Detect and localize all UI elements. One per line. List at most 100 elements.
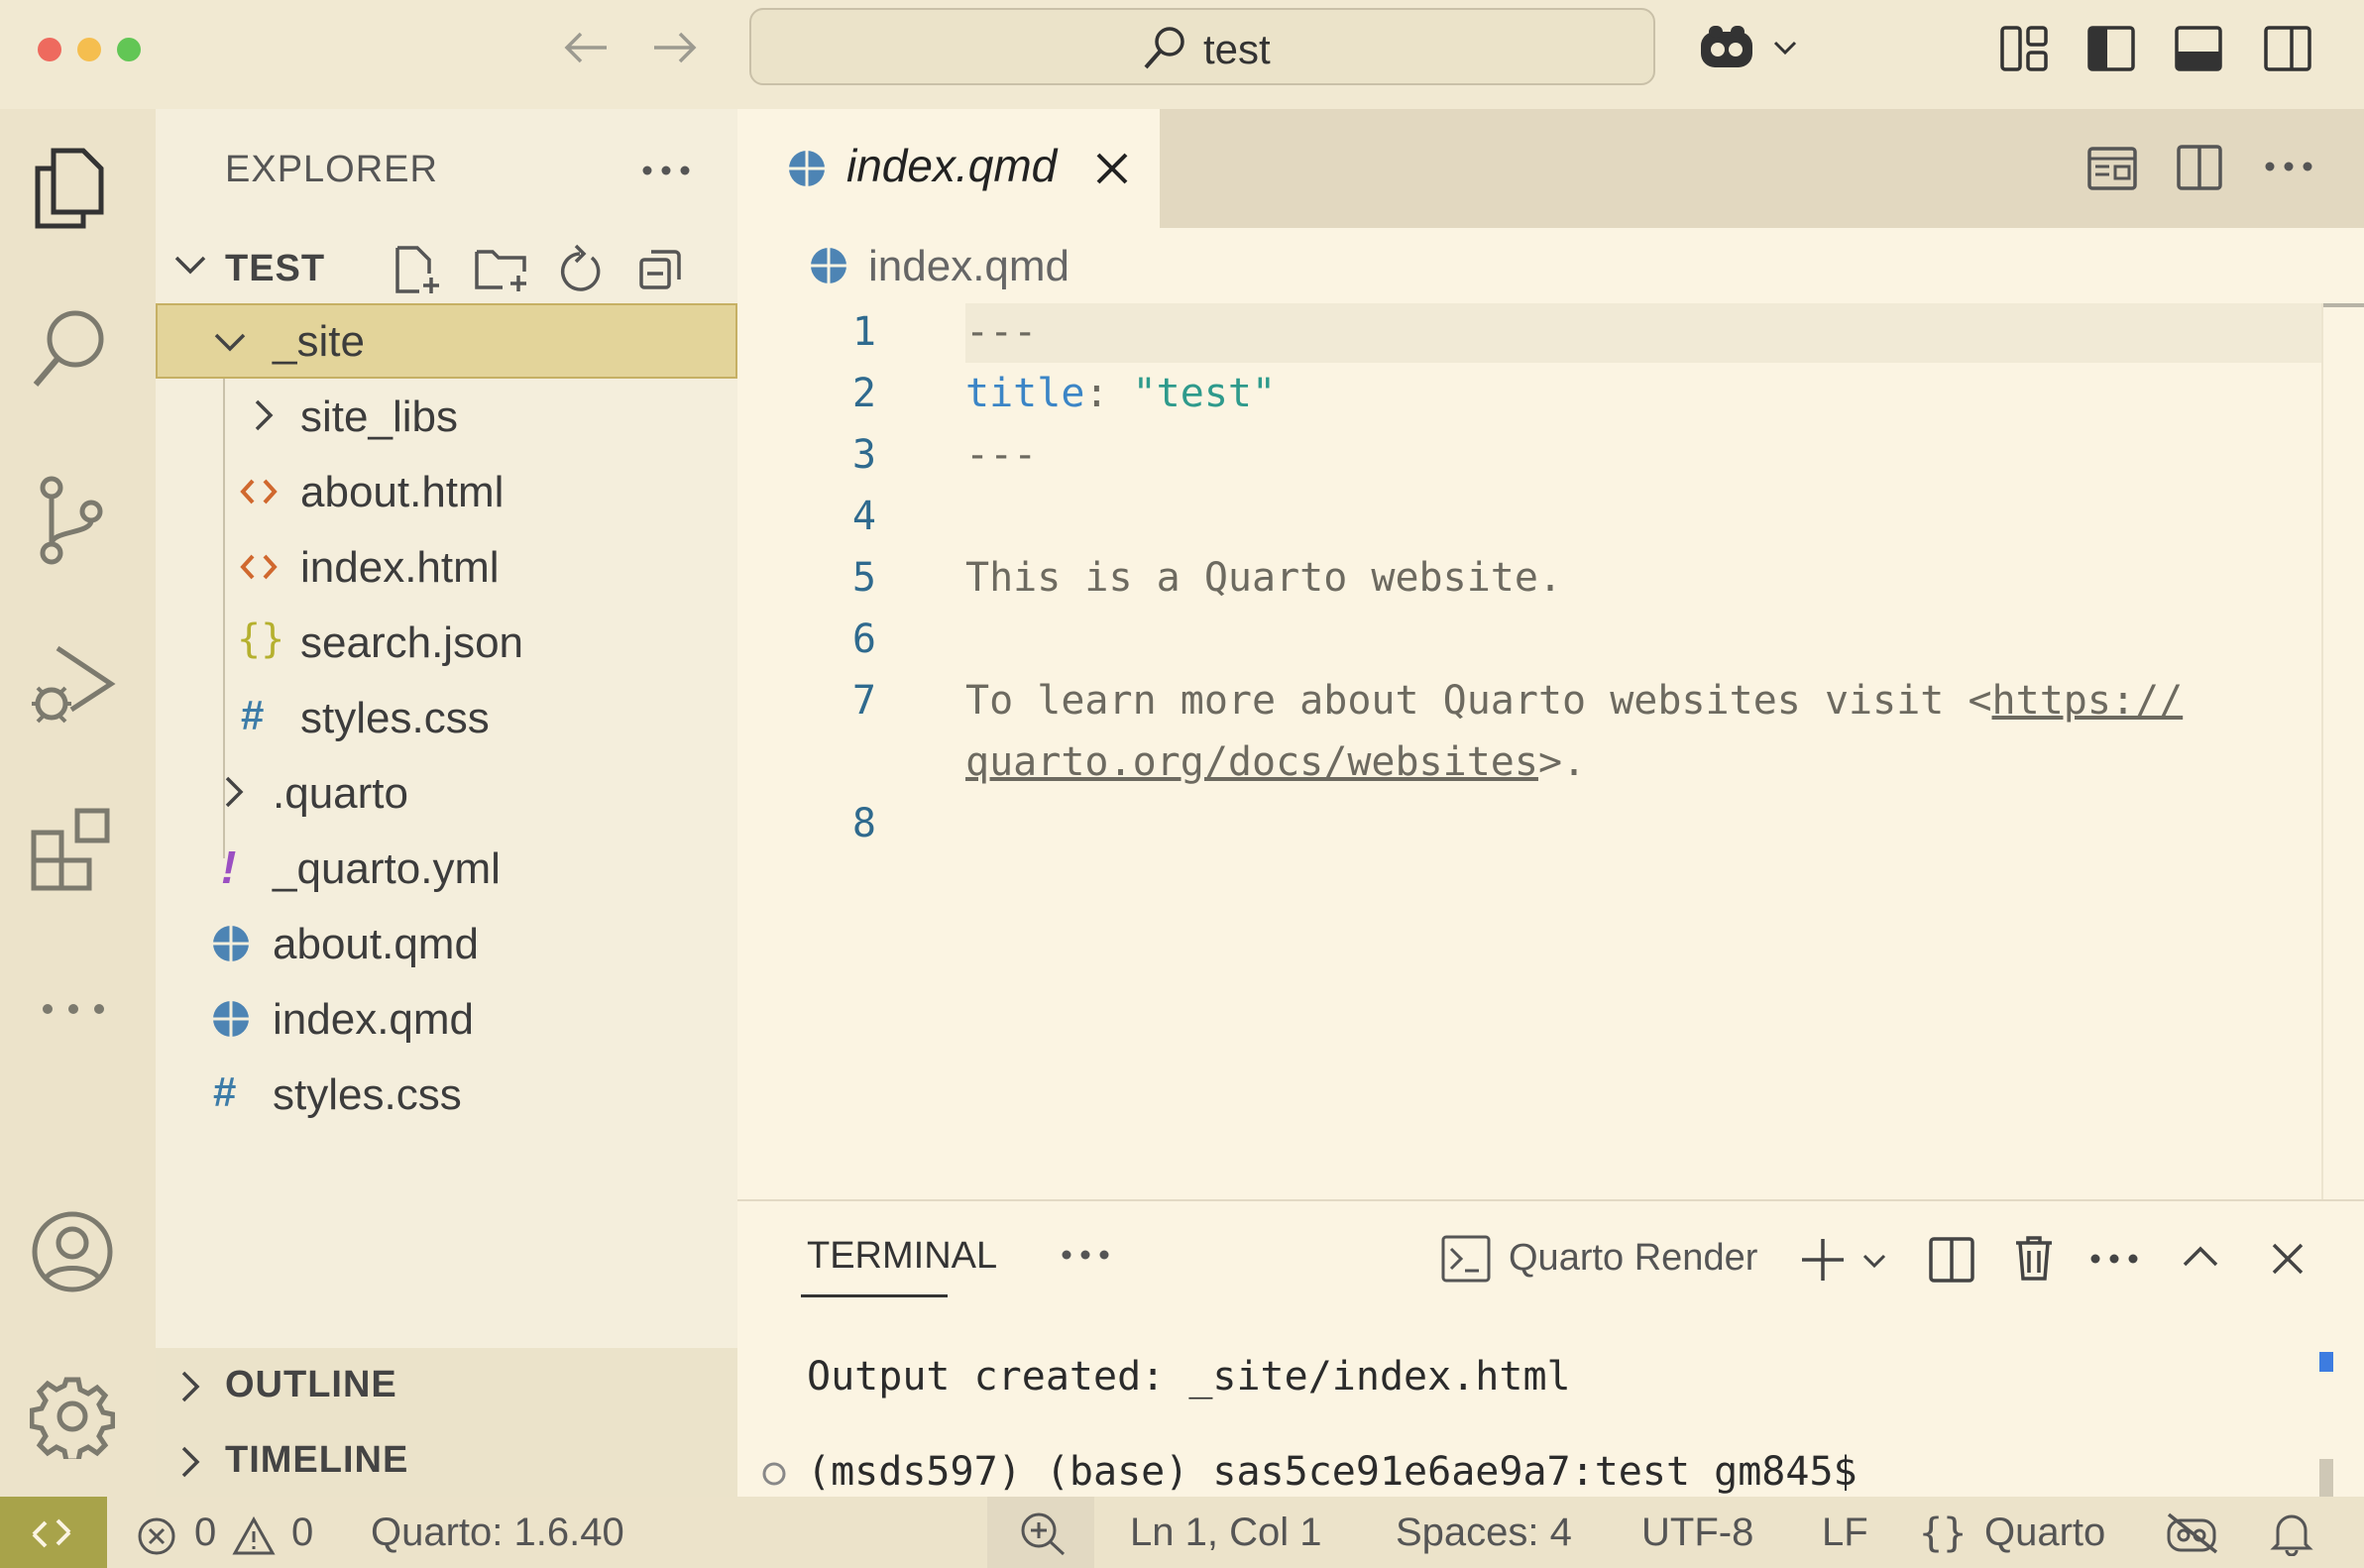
end-of-line[interactable]: LF: [1822, 1511, 1868, 1555]
toggle-primary-sidebar-icon[interactable]: [2087, 26, 2135, 71]
tree-item-quarto-yml[interactable]: ! _quarto.yml: [156, 831, 737, 906]
quarto-file-icon: [787, 149, 827, 188]
tree-item-site-styles-css[interactable]: # styles.css: [156, 680, 737, 755]
tree-item-about-qmd[interactable]: about.qmd: [156, 906, 737, 981]
tree-item-label: site_libs: [300, 392, 458, 441]
copilot-disabled-icon[interactable]: [2165, 1511, 2220, 1556]
url-link[interactable]: https://: [1992, 678, 2184, 724]
split-terminal-icon[interactable]: [1929, 1237, 1974, 1283]
code-line-5: This is a Quarto website.: [965, 555, 1563, 601]
quarto-file-icon: [211, 924, 251, 963]
url-link[interactable]: quarto.org/docs/websites: [965, 739, 1538, 785]
tab-terminal[interactable]: TERMINAL: [807, 1235, 997, 1278]
notifications-bell-icon[interactable]: [2270, 1511, 2313, 1556]
extensions-icon[interactable]: [30, 803, 115, 892]
breadcrumb[interactable]: index.qmd: [868, 242, 1069, 291]
terminal-scrollbar[interactable]: [2319, 1459, 2333, 1497]
language-mode[interactable]: Quarto: [1984, 1511, 2105, 1555]
new-file-icon[interactable]: [392, 244, 445, 295]
title-bar: test: [0, 0, 2364, 109]
code-editor[interactable]: index.qmd 1 2 3 4 5 6 7 8 --- title: "te…: [737, 228, 2364, 1199]
accounts-icon[interactable]: [30, 1209, 115, 1294]
trash-icon[interactable]: [2012, 1235, 2056, 1283]
braces-icon: {}: [1919, 1511, 1968, 1556]
cursor-position[interactable]: Ln 1, Col 1: [1130, 1511, 1321, 1555]
terminal-name[interactable]: Quarto Render: [1509, 1237, 1757, 1280]
chevron-down-icon[interactable]: [1861, 1251, 1887, 1271]
error-icon: [137, 1516, 176, 1556]
chevron-right-icon: [177, 1370, 203, 1403]
more-actions-icon[interactable]: [1061, 1249, 1110, 1261]
tree-item-label: about.html: [300, 468, 505, 516]
line-number: 6: [851, 616, 876, 662]
terminal-prompt-line[interactable]: (msds597) (base) sas5ce91e6ae9a7:test gm…: [807, 1449, 1857, 1495]
refresh-icon[interactable]: [554, 244, 604, 295]
tree-item-index-qmd[interactable]: index.qmd: [156, 981, 737, 1057]
source-control-icon[interactable]: [34, 476, 109, 565]
chevron-down-icon: [173, 252, 207, 278]
maximize-panel-chevron-up-icon[interactable]: [2181, 1243, 2220, 1271]
circle-icon: [761, 1461, 787, 1487]
indentation[interactable]: Spaces: 4: [1396, 1511, 1572, 1555]
minimize-window-button[interactable]: [77, 38, 101, 61]
outline-label: OUTLINE: [225, 1364, 397, 1405]
more-actions-icon[interactable]: [2264, 161, 2313, 172]
warning-icon: [232, 1516, 276, 1556]
open-preview-icon[interactable]: [2087, 147, 2137, 190]
line-number: 3: [851, 432, 876, 478]
back-arrow-icon[interactable]: [561, 28, 611, 67]
tree-item-search-json[interactable]: {} search.json: [156, 605, 737, 680]
run-and-debug-icon[interactable]: [28, 640, 117, 729]
timeline-section-header[interactable]: TIMELINE: [156, 1423, 737, 1497]
code-line-3: ---: [965, 432, 1038, 478]
more-actions-icon[interactable]: [641, 165, 691, 176]
tree-item-index-html[interactable]: index.html: [156, 529, 737, 605]
quarto-version[interactable]: Quarto: 1.6.40: [371, 1511, 624, 1555]
toggle-panel-icon[interactable]: [2175, 26, 2222, 71]
line-text: >.: [1537, 739, 1587, 785]
tree-item-label: _site: [273, 317, 365, 366]
explorer-files-icon[interactable]: [30, 147, 109, 230]
tree-item-label: styles.css: [300, 694, 490, 742]
copilot-icon[interactable]: [1697, 22, 1762, 73]
encoding[interactable]: UTF-8: [1641, 1511, 1753, 1555]
yaml-colon: :: [1084, 371, 1133, 416]
new-terminal-icon[interactable]: [1798, 1237, 1848, 1283]
command-center-search[interactable]: test: [749, 8, 1655, 85]
tab-index-qmd[interactable]: index.qmd: [737, 109, 1160, 228]
line-number: 2: [851, 371, 876, 416]
tree-item-label: index.qmd: [273, 995, 475, 1044]
chevron-right-icon: [177, 1445, 203, 1479]
warning-count[interactable]: 0: [291, 1511, 313, 1555]
tree-item-site-libs-folder[interactable]: site_libs: [156, 379, 737, 454]
tree-item-styles-css[interactable]: # styles.css: [156, 1057, 737, 1132]
close-tab-icon[interactable]: [1094, 151, 1130, 186]
terminal-output-line: Output created: _site/index.html: [807, 1354, 1571, 1400]
active-tab-underline: [801, 1294, 948, 1297]
forward-arrow-icon[interactable]: [650, 28, 700, 67]
manage-gear-icon[interactable]: [30, 1374, 115, 1459]
close-window-button[interactable]: [38, 38, 61, 61]
zoom-window-button[interactable]: [117, 38, 141, 61]
more-views-icon[interactable]: [40, 999, 109, 1019]
new-folder-icon[interactable]: [473, 244, 532, 295]
chevron-down-icon: [213, 329, 247, 355]
zoom-in-icon: [1019, 1511, 1067, 1556]
line-number: 1: [851, 309, 876, 355]
outline-section-header[interactable]: OUTLINE: [156, 1348, 737, 1423]
tree-item-about-html[interactable]: about.html: [156, 454, 737, 529]
error-count[interactable]: 0: [194, 1511, 216, 1555]
split-editor-icon[interactable]: [2177, 145, 2222, 190]
tree-item-site-folder[interactable]: _site: [156, 303, 737, 379]
workspace-folder-header[interactable]: TEST: [156, 228, 737, 307]
toggle-secondary-sidebar-icon[interactable]: [2264, 26, 2311, 71]
collapse-all-icon[interactable]: [637, 246, 685, 291]
close-panel-icon[interactable]: [2270, 1241, 2306, 1277]
zoom-indicator[interactable]: [987, 1497, 1094, 1568]
tree-item-quarto-folder[interactable]: .quarto: [156, 755, 737, 831]
customize-layout-icon[interactable]: [2000, 26, 2048, 71]
chevron-down-icon[interactable]: [1772, 38, 1798, 57]
more-actions-icon[interactable]: [2089, 1253, 2139, 1265]
search-icon[interactable]: [30, 307, 109, 391]
remote-indicator[interactable]: [0, 1497, 107, 1568]
